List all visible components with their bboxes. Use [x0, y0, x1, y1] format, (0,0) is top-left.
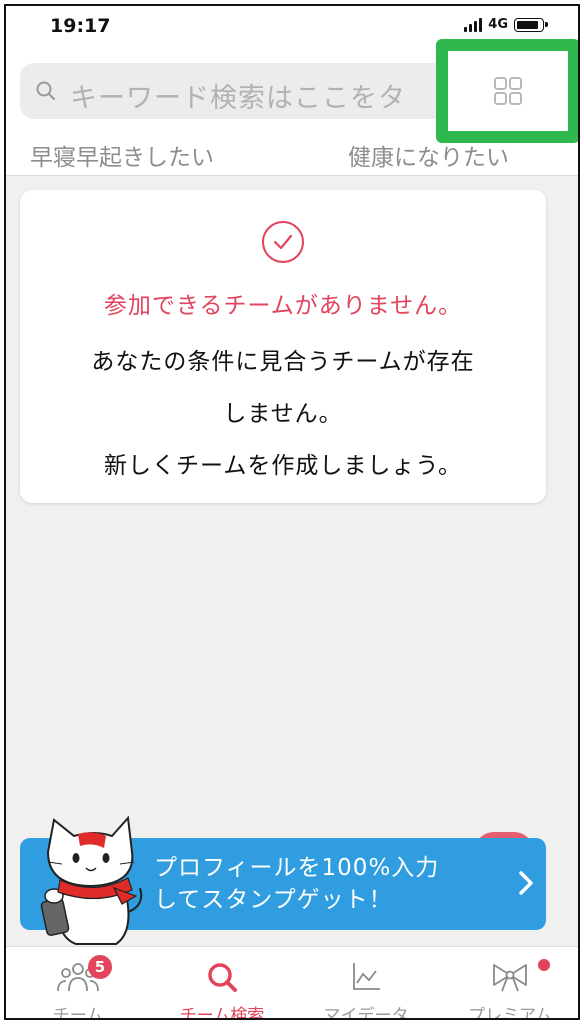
app-frame: 19:17 4G キーワード検索はここをタ 早寝早起きしたい 健康になりたい 参… — [4, 4, 580, 1020]
chart-icon — [353, 963, 380, 990]
grid-icon — [494, 77, 522, 105]
search-icon — [36, 81, 56, 101]
tag-list: 早寝早起きしたい 健康になりたい — [6, 134, 578, 174]
nav-item-my-data[interactable]: マイデータ — [294, 947, 438, 1020]
empty-state-title: 参加できるチームがありません。 — [103, 293, 463, 319]
cat-mascot-illustration — [40, 815, 143, 945]
tag-item[interactable]: 健康になりたい — [348, 138, 509, 172]
bottom-navigation: 5 チーム チーム検索 マイデータ プレミアム — [6, 946, 578, 1020]
message-line: しません。 — [223, 401, 343, 427]
notification-badge: 5 — [88, 955, 112, 979]
tag-item[interactable]: 早寝早起きしたい — [30, 138, 214, 172]
status-indicators: 4G — [464, 17, 548, 32]
bow-icon — [493, 964, 527, 992]
signal-icon — [464, 17, 483, 32]
nav-label: マイデータ — [323, 1006, 409, 1020]
search-input[interactable]: キーワード検索はここをタ — [20, 63, 468, 119]
nav-label: プレミアム — [468, 1006, 552, 1020]
empty-state-card: 参加できるチームがありません。 あなたの条件に見合うチームが存在 しません。 新… — [20, 190, 546, 503]
message-line: 新しくチームを作成しましょう。 — [104, 453, 462, 479]
nav-item-team[interactable]: 5 チーム — [6, 947, 150, 1020]
nav-item-premium[interactable]: プレミアム — [438, 947, 578, 1020]
chevron-right-icon — [519, 871, 533, 895]
check-circle-icon — [262, 221, 304, 263]
notification-dot — [538, 959, 550, 971]
status-time: 19:17 — [50, 15, 111, 37]
empty-state-message: あなたの条件に見合うチームが存在 しません。 新しくチームを作成しましょう。 — [66, 336, 500, 492]
nav-item-team-search[interactable]: チーム検索 — [150, 947, 294, 1020]
nav-label: チーム — [52, 1006, 104, 1020]
nav-label: チーム検索 — [179, 1006, 265, 1020]
divider — [6, 175, 578, 176]
grid-view-button[interactable] — [436, 39, 578, 143]
network-type: 4G — [488, 17, 508, 32]
battery-icon — [514, 17, 548, 32]
search-placeholder: キーワード検索はここをタ — [70, 83, 406, 114]
banner-text: プロフィールを100%入力 してスタンプゲット！ — [154, 855, 440, 913]
search-header: キーワード検索はここをタ 早寝早起きしたい 健康になりたい — [6, 39, 578, 176]
team-search-icon — [208, 963, 237, 992]
message-line: あなたの条件に見合うチームが存在 — [91, 349, 475, 375]
